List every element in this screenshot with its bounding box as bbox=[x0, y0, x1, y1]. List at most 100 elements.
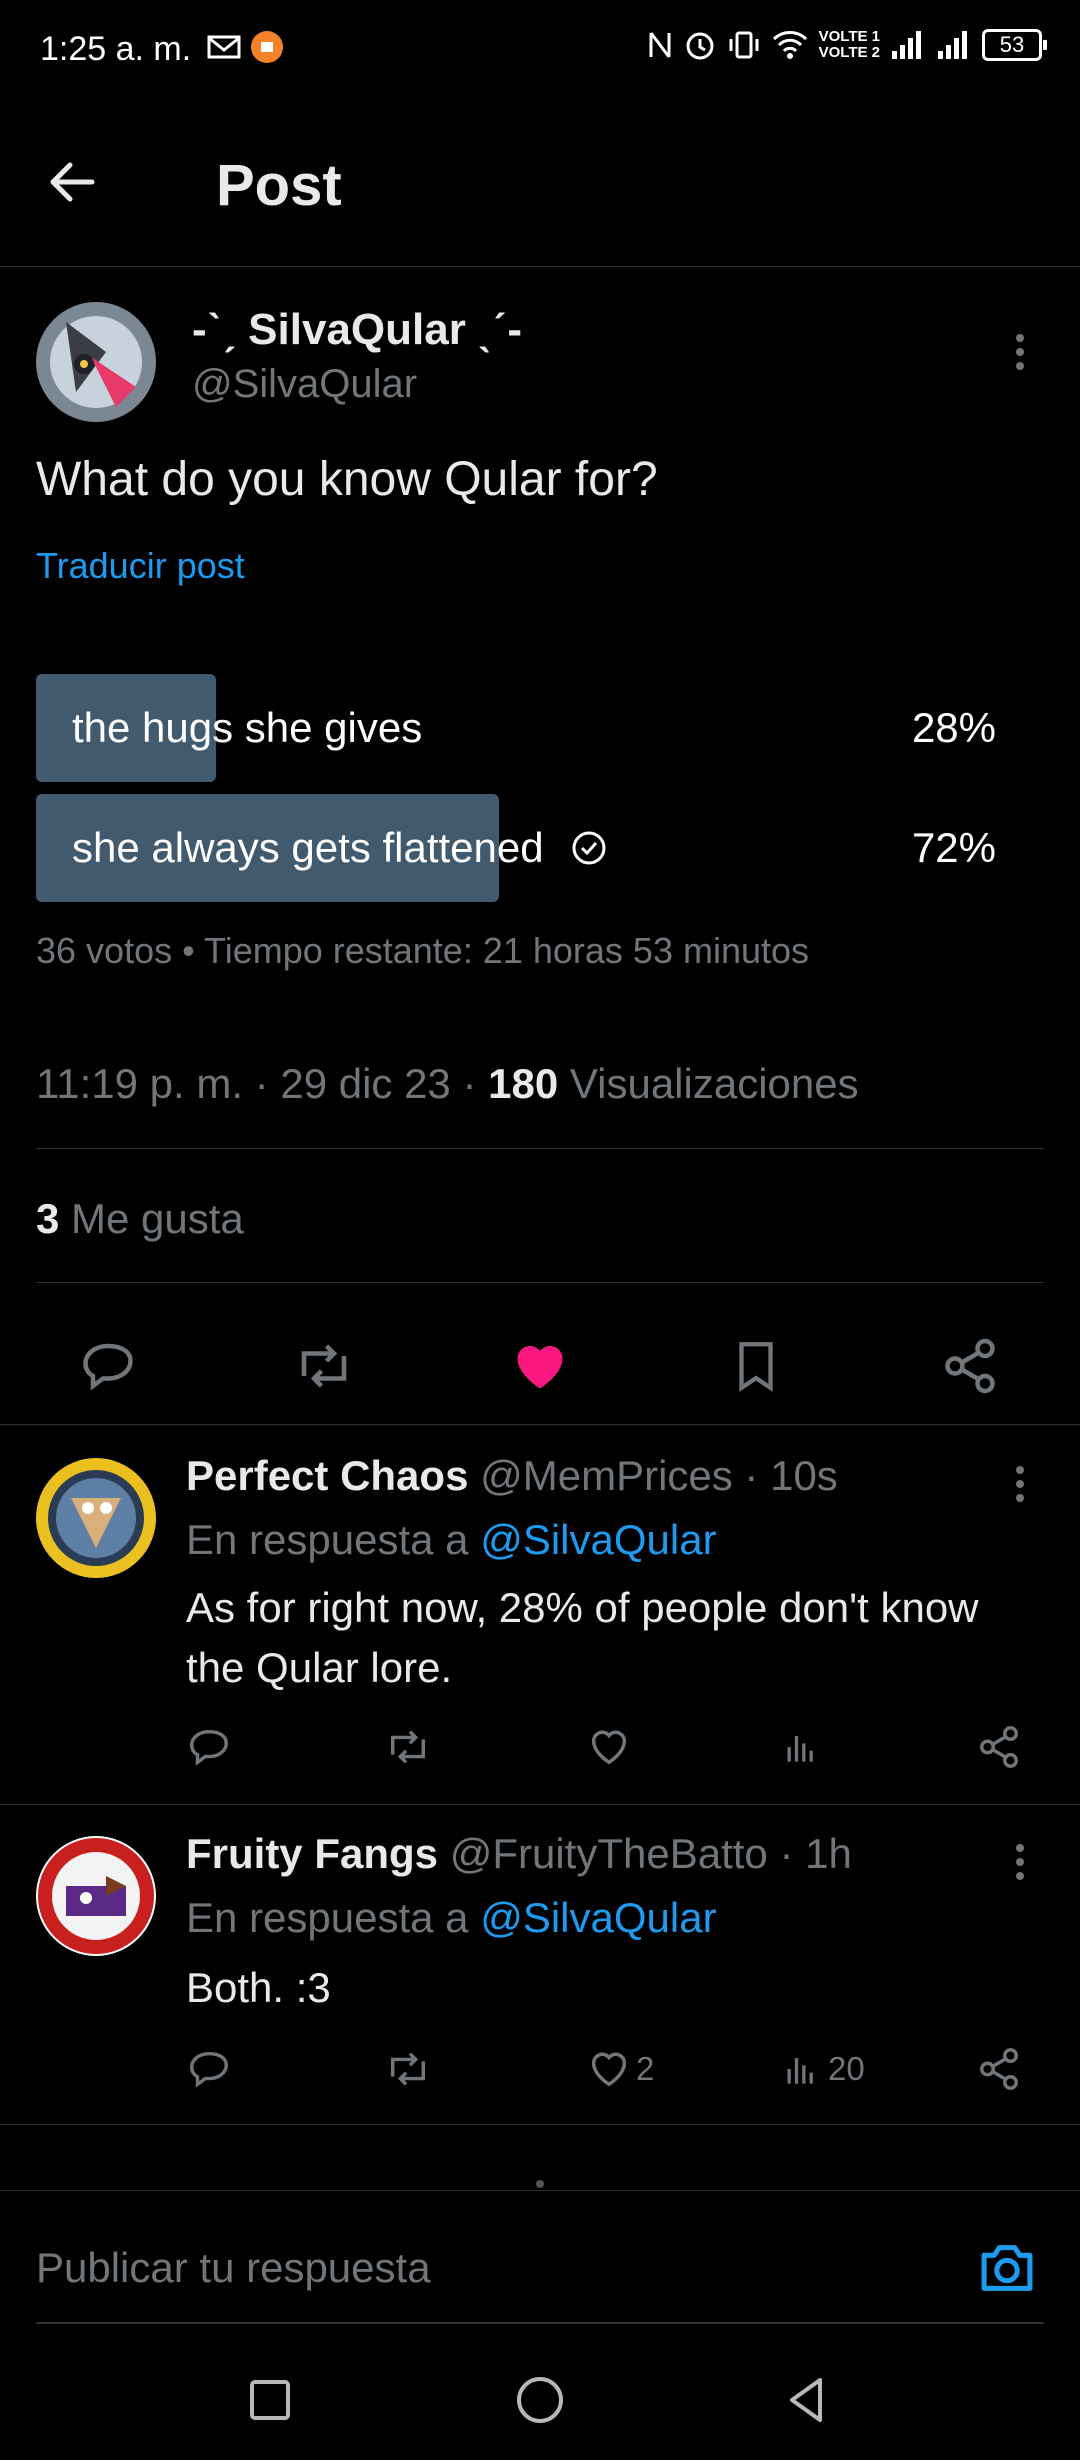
signal-icon bbox=[890, 29, 926, 61]
share-button[interactable] bbox=[932, 1328, 1008, 1404]
likes-count: 3 bbox=[36, 1195, 60, 1242]
heart-filled-icon bbox=[517, 1346, 563, 1389]
timestamp-text: 11:19 p. m. · 29 dic 23 · bbox=[36, 1060, 489, 1107]
volte2-label: VOLTE 2 bbox=[818, 44, 880, 61]
camera-icon bbox=[981, 2245, 1033, 2291]
divider bbox=[36, 1148, 1044, 1149]
status-bar: 1:25 a. m. VOLTE 1 VOLTE 2 53 bbox=[0, 0, 1080, 100]
divider bbox=[0, 1424, 1080, 1425]
post-timestamp: 11:19 p. m. · 29 dic 23 · 180 Visualizac… bbox=[36, 1060, 859, 1108]
views-chart-icon bbox=[787, 1736, 813, 1762]
volte1-label: VOLTE 1 bbox=[818, 28, 880, 45]
reply-handle-time: @FruityTheBatto · 1h bbox=[438, 1830, 852, 1877]
home-button[interactable] bbox=[508, 2368, 572, 2432]
translate-post-link[interactable]: Traducir post bbox=[36, 545, 245, 587]
reply-share-button[interactable] bbox=[976, 1724, 1022, 1770]
poll-option-label: she always gets flattened bbox=[72, 824, 544, 871]
reply-like-count: 2 bbox=[636, 2050, 655, 2087]
like-button[interactable] bbox=[502, 1328, 578, 1404]
reply-context: En respuesta a @SilvaQular bbox=[186, 1516, 717, 1564]
more-vertical-icon bbox=[1016, 1466, 1024, 1502]
post-text: What do you know Qular for? bbox=[36, 453, 658, 506]
divider bbox=[0, 1804, 1080, 1805]
battery-indicator: 53 bbox=[982, 29, 1047, 61]
author-handle[interactable]: @SilvaQular bbox=[192, 362, 417, 407]
comment-icon bbox=[190, 2051, 228, 2088]
reply-views-button[interactable]: 20 bbox=[780, 2046, 865, 2092]
comment-icon bbox=[83, 1343, 133, 1391]
back-nav-button[interactable] bbox=[776, 2368, 840, 2432]
alarm-icon bbox=[683, 28, 717, 62]
reply-author-name: Fruity Fangs bbox=[186, 1830, 439, 1877]
bookmark-icon bbox=[739, 1342, 773, 1392]
back-button[interactable] bbox=[46, 155, 126, 235]
gmail-icon bbox=[206, 33, 242, 61]
check-circle-icon bbox=[572, 831, 606, 865]
reply-repost-button[interactable] bbox=[384, 2046, 432, 2092]
reply-author-name: Perfect Chaos bbox=[186, 1452, 469, 1499]
circle-icon bbox=[517, 2377, 563, 2423]
repost-icon bbox=[390, 2052, 426, 2086]
poll-meta: 36 votos • Tiempo restante: 21 horas 53 … bbox=[36, 930, 810, 971]
reply-menu-button[interactable] bbox=[1000, 1460, 1040, 1510]
page-title: Post bbox=[216, 153, 342, 218]
poll-option-label: the hugs she gives bbox=[72, 704, 423, 751]
top-app-bar: Post bbox=[0, 100, 1080, 267]
divider bbox=[0, 2190, 1080, 2191]
recents-button[interactable] bbox=[238, 2368, 302, 2432]
likes-summary[interactable]: 3 Me gusta bbox=[36, 1195, 244, 1243]
reply-composer: Publicar tu respuesta bbox=[0, 2190, 1080, 2340]
reply-comment-button[interactable] bbox=[186, 2046, 232, 2092]
reply-to-link[interactable]: @SilvaQular bbox=[480, 1516, 716, 1563]
avatar[interactable] bbox=[36, 302, 156, 422]
poll-option-percent: 72% bbox=[911, 824, 996, 871]
heart-icon bbox=[591, 1730, 627, 1765]
reply-input[interactable]: Publicar tu respuesta bbox=[36, 2244, 431, 2292]
arrow-left-icon bbox=[50, 162, 95, 202]
status-time: 1:25 a. m. bbox=[40, 30, 192, 68]
reply-handle-time: @MemPrices · 10s bbox=[468, 1452, 838, 1499]
square-icon bbox=[250, 2380, 290, 2420]
poll-option: she always gets flattened 72% bbox=[36, 794, 996, 902]
nfc-icon bbox=[647, 29, 673, 61]
more-vertical-icon bbox=[1016, 1844, 1024, 1880]
views-chart-icon bbox=[787, 2058, 813, 2084]
reply-button[interactable] bbox=[70, 1328, 146, 1404]
signal-icon bbox=[936, 29, 972, 61]
reply-views-button[interactable] bbox=[780, 1724, 828, 1770]
reply-to-link[interactable]: @SilvaQular bbox=[480, 1894, 716, 1941]
app-notification-icon bbox=[250, 30, 284, 64]
author-name[interactable]: -ˋˏ SilvaQular ˎˊ- bbox=[192, 305, 522, 355]
more-vertical-icon bbox=[1016, 334, 1024, 370]
reply-prefix: En respuesta a bbox=[186, 1516, 481, 1563]
divider bbox=[36, 1282, 1044, 1283]
reply-like-button[interactable]: 2 bbox=[586, 2046, 654, 2092]
repost-button[interactable] bbox=[286, 1328, 362, 1404]
divider bbox=[0, 2124, 1080, 2125]
vibrate-icon bbox=[727, 29, 761, 61]
reply-author[interactable]: Perfect Chaos @MemPrices · 10s bbox=[186, 1452, 838, 1500]
reply-text: Both. :3 bbox=[186, 1964, 331, 2011]
repost-icon bbox=[301, 1344, 347, 1388]
reply-repost-button[interactable] bbox=[384, 1724, 432, 1770]
comment-icon bbox=[190, 1729, 228, 1766]
camera-button[interactable] bbox=[976, 2240, 1042, 2300]
bookmark-button[interactable] bbox=[718, 1328, 794, 1404]
post-menu-button[interactable] bbox=[1000, 328, 1040, 378]
post-actions-bar bbox=[0, 1310, 1080, 1422]
reply-share-button[interactable] bbox=[976, 2046, 1022, 2092]
reply-prefix: En respuesta a bbox=[186, 1894, 481, 1941]
share-icon bbox=[980, 1726, 1018, 1768]
reply-comment-button[interactable] bbox=[186, 1724, 232, 1770]
system-nav-bar bbox=[0, 2340, 1080, 2460]
reply-like-button[interactable] bbox=[586, 1724, 636, 1770]
avatar[interactable] bbox=[36, 1836, 156, 1956]
avatar[interactable] bbox=[36, 1458, 156, 1578]
reply-context: En respuesta a @SilvaQular bbox=[186, 1894, 717, 1942]
views-count: 180 bbox=[488, 1060, 559, 1107]
likes-label: Me gusta bbox=[59, 1195, 244, 1242]
wifi-icon bbox=[771, 29, 809, 61]
triangle-back-icon bbox=[790, 2378, 822, 2422]
reply-menu-button[interactable] bbox=[1000, 1838, 1040, 1888]
reply-author[interactable]: Fruity Fangs @FruityTheBatto · 1h bbox=[186, 1830, 852, 1878]
